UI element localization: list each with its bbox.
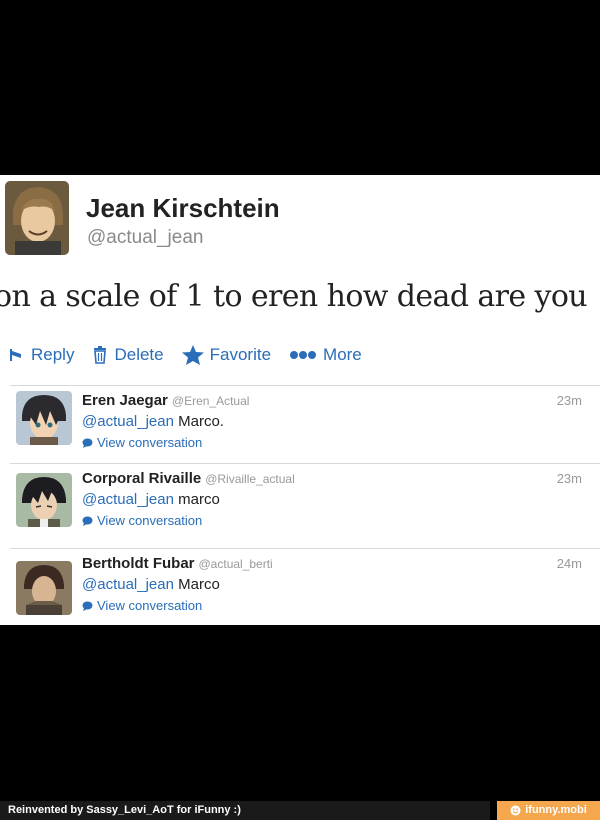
trash-icon <box>92 346 108 364</box>
tweet-text: on a scale of 1 to eren how dead are you <box>0 279 588 314</box>
view-conversation-label: View conversation <box>97 513 203 528</box>
reply-avatar[interactable] <box>16 473 72 527</box>
favorite-label: Favorite <box>209 345 272 364</box>
reply-icon <box>7 347 25 363</box>
reply-author-name[interactable]: Bertholdt Fubar <box>82 555 195 572</box>
reply-header: Eren Jaegar @Eren_Actual <box>82 392 249 410</box>
reply-item[interactable]: Corporal Rivaille @Rivaille_actual 23m @a… <box>0 463 600 548</box>
reply-text: @actual_jean Marco <box>82 576 220 593</box>
mention-link[interactable]: @actual_jean <box>82 413 174 430</box>
view-conversation-link[interactable]: View conversation <box>82 435 202 450</box>
reply-avatar[interactable] <box>16 391 72 445</box>
reply-text: @actual_jean Marco. <box>82 413 224 430</box>
brand-badge[interactable]: ifunny.mobi <box>497 801 600 820</box>
reply-item[interactable]: Bertholdt Fubar @actual_berti 24m @actual… <box>0 548 600 625</box>
reply-body: Marco <box>173 576 220 593</box>
reply-item[interactable]: Eren Jaegar @Eren_Actual 23m @actual_jean… <box>0 385 600 470</box>
reply-timestamp: 23m <box>556 471 582 486</box>
brand-label: ifunny.mobi <box>525 804 587 816</box>
more-button[interactable]: More <box>289 345 362 365</box>
reply-author-handle[interactable]: @Eren_Actual <box>172 394 250 408</box>
delete-button[interactable]: Delete <box>92 345 164 365</box>
tweet-actions: Reply Delete Favorite More <box>7 343 380 367</box>
speech-bubble-icon <box>82 516 93 526</box>
author-name[interactable]: Jean Kirschtein <box>86 193 280 224</box>
view-conversation-link[interactable]: View conversation <box>82 598 202 613</box>
reply-button[interactable]: Reply <box>7 345 74 365</box>
reply-author-name[interactable]: Corporal Rivaille <box>82 470 201 487</box>
reply-header: Bertholdt Fubar @actual_berti <box>82 555 273 573</box>
favorite-button[interactable]: Favorite <box>181 345 272 365</box>
watermark-credit: Reinvented by Sassy_Levi_AoT for iFunny … <box>0 801 490 820</box>
mention-link[interactable]: @actual_jean <box>82 576 174 593</box>
author-handle[interactable]: @actual_jean <box>87 227 203 249</box>
reply-avatar[interactable] <box>16 561 72 615</box>
reply-author-handle[interactable]: @actual_berti <box>199 557 273 571</box>
star-icon <box>181 345 204 365</box>
reply-text: @actual_jean marco <box>82 491 220 508</box>
delete-label: Delete <box>114 345 164 364</box>
reply-author-handle[interactable]: @Rivaille_actual <box>205 472 295 486</box>
reply-timestamp: 23m <box>556 393 582 408</box>
reply-header: Corporal Rivaille @Rivaille_actual <box>82 470 295 488</box>
reply-label: Reply <box>31 345 75 364</box>
author-avatar[interactable] <box>5 181 69 255</box>
reply-body: Marco. <box>173 413 224 430</box>
more-label: More <box>323 345 362 364</box>
view-conversation-label: View conversation <box>97 598 203 613</box>
reply-body: marco <box>173 491 220 508</box>
view-conversation-link[interactable]: View conversation <box>82 513 202 528</box>
tweet-card: Jean Kirschtein @actual_jean on a scale … <box>0 175 600 625</box>
speech-bubble-icon <box>82 438 93 448</box>
more-dots-icon <box>289 350 317 360</box>
speech-bubble-icon <box>82 601 93 611</box>
reply-timestamp: 24m <box>556 556 582 571</box>
mention-link[interactable]: @actual_jean <box>82 491 174 508</box>
view-conversation-label: View conversation <box>97 435 203 450</box>
smiley-icon <box>510 805 521 816</box>
reply-author-name[interactable]: Eren Jaegar <box>82 392 168 409</box>
